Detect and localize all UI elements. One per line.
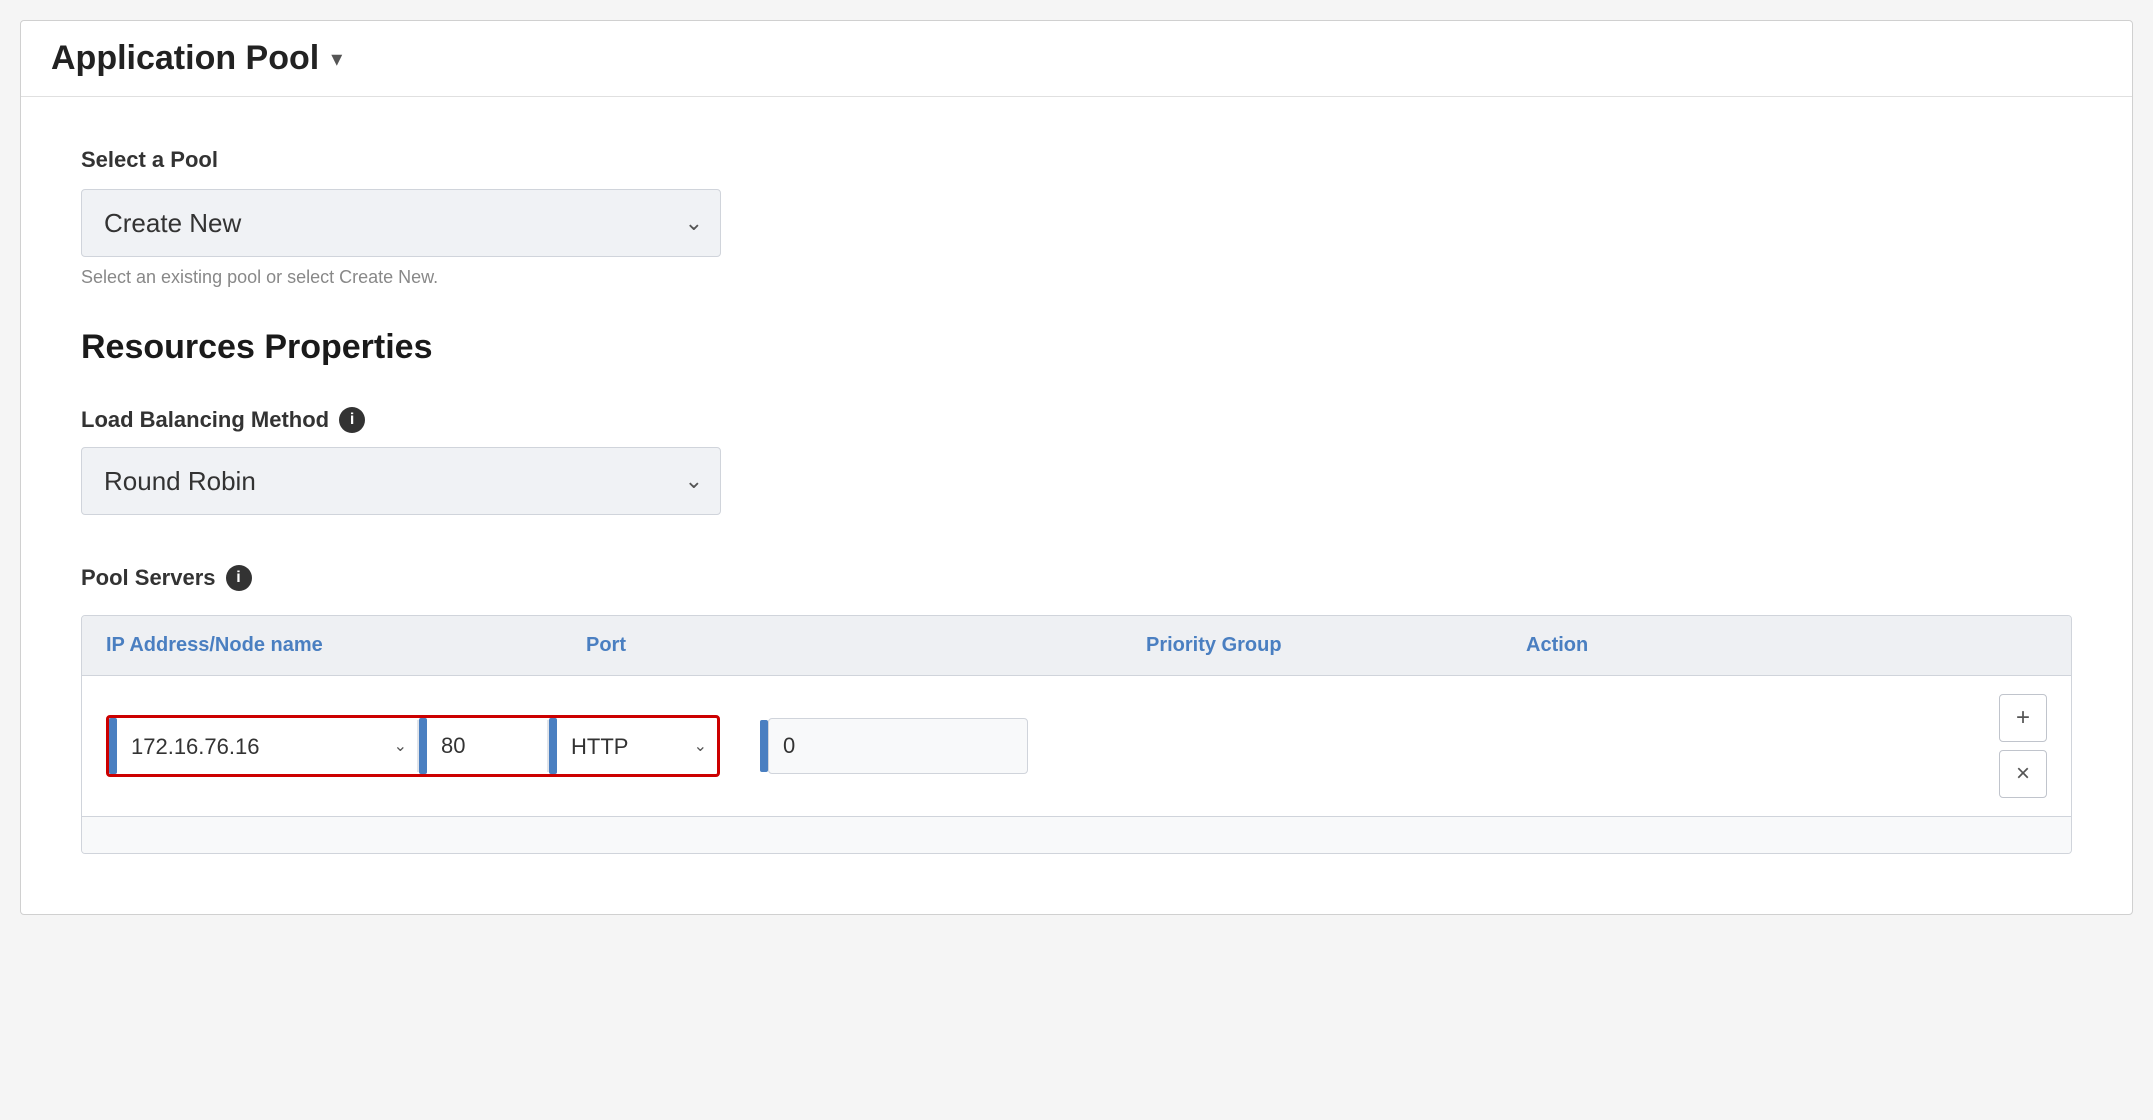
action-cell: + × bbox=[1999, 694, 2047, 798]
panel-header: Application Pool ▾ bbox=[21, 21, 2132, 97]
load-balancing-info-icon: i bbox=[339, 407, 365, 433]
priority-input-wrapper bbox=[768, 718, 1028, 774]
load-balancing-label: Load Balancing Method i bbox=[81, 407, 2072, 433]
pool-servers-label-text: Pool Servers bbox=[81, 565, 216, 591]
ip-select-wrapper: 172.16.76.16 ⌄ bbox=[117, 722, 417, 771]
priority-blue-bar bbox=[760, 720, 768, 772]
times-icon: × bbox=[2016, 760, 2030, 788]
ip-address-dropdown[interactable]: 172.16.76.16 bbox=[117, 722, 417, 771]
select-pool-group: Select a Pool Create New ⌄ Select an exi… bbox=[81, 147, 2072, 288]
main-container: Application Pool ▾ Select a Pool Create … bbox=[0, 0, 2153, 1120]
col-header-ip: IP Address/Node name bbox=[106, 634, 586, 657]
table-footer bbox=[82, 816, 2071, 853]
pool-servers-info-icon: i bbox=[226, 565, 252, 591]
protocol-cell: HTTP ⌄ bbox=[549, 718, 717, 774]
ip-cell: 172.16.76.16 ⌄ bbox=[109, 718, 417, 774]
table-row: 172.16.76.16 ⌄ bbox=[82, 676, 2071, 816]
col-header-protocol bbox=[866, 634, 1146, 657]
protocol-blue-bar bbox=[549, 718, 557, 774]
port-cell bbox=[419, 718, 547, 774]
load-balancing-label-text: Load Balancing Method bbox=[81, 407, 329, 433]
protocol-select-wrapper: HTTP ⌄ bbox=[557, 722, 717, 771]
remove-row-button[interactable]: × bbox=[1999, 750, 2047, 798]
select-pool-label: Select a Pool bbox=[81, 147, 2072, 173]
select-pool-wrapper: Create New ⌄ bbox=[81, 189, 721, 257]
application-pool-panel: Application Pool ▾ Select a Pool Create … bbox=[20, 20, 2133, 915]
table-header: IP Address/Node name Port Priority Group… bbox=[82, 616, 2071, 676]
highlighted-fields-group: 172.16.76.16 ⌄ bbox=[106, 715, 720, 777]
col-header-action: Action bbox=[1526, 634, 1686, 657]
servers-table: IP Address/Node name Port Priority Group… bbox=[81, 615, 2072, 854]
select-pool-dropdown[interactable]: Create New bbox=[81, 189, 721, 257]
resources-properties-section: Resources Properties Load Balancing Meth… bbox=[81, 328, 2072, 854]
port-input[interactable] bbox=[427, 721, 547, 771]
col-header-port: Port bbox=[586, 634, 866, 657]
load-balancing-wrapper: Round Robin ⌄ bbox=[81, 447, 721, 515]
priority-input[interactable] bbox=[769, 719, 1027, 773]
panel-collapse-icon[interactable]: ▾ bbox=[331, 46, 342, 72]
col-header-priority: Priority Group bbox=[1146, 634, 1526, 657]
load-balancing-dropdown[interactable]: Round Robin bbox=[81, 447, 721, 515]
protocol-dropdown[interactable]: HTTP bbox=[557, 722, 717, 771]
priority-cell bbox=[760, 718, 1963, 774]
panel-body: Select a Pool Create New ⌄ Select an exi… bbox=[21, 97, 2132, 914]
load-balancing-group: Load Balancing Method i Round Robin ⌄ bbox=[81, 407, 2072, 515]
ip-blue-bar bbox=[109, 718, 117, 774]
port-blue-bar bbox=[419, 718, 427, 774]
panel-title: Application Pool bbox=[51, 39, 319, 78]
add-row-button[interactable]: + bbox=[1999, 694, 2047, 742]
plus-icon: + bbox=[2016, 704, 2030, 732]
pool-servers-section: Pool Servers i IP Address/Node name Port bbox=[81, 565, 2072, 854]
select-pool-helper: Select an existing pool or select Create… bbox=[81, 267, 2072, 288]
pool-servers-label: Pool Servers i bbox=[81, 565, 2072, 591]
resources-title: Resources Properties bbox=[81, 328, 2072, 367]
